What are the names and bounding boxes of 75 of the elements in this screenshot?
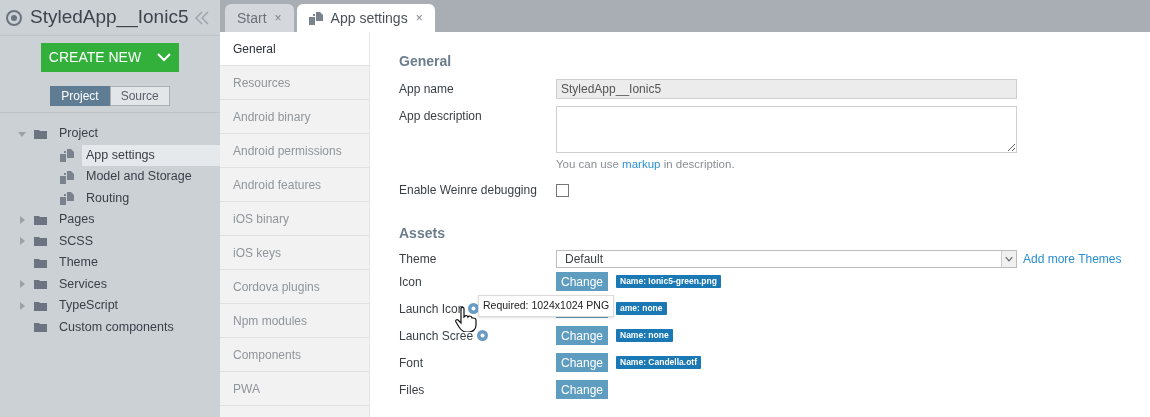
- settings-nav-item[interactable]: Resources: [220, 66, 369, 100]
- folder-icon: [34, 300, 47, 311]
- view-toggle-tab[interactable]: Source: [109, 86, 170, 106]
- settings-nav-item[interactable]: Components: [220, 338, 369, 372]
- folder-icon: [34, 214, 47, 225]
- chevron-down-icon: [157, 53, 172, 62]
- file-name-badge: Name: none: [616, 329, 673, 343]
- tree-item[interactable]: App settings: [82, 144, 220, 166]
- add-more-themes-link[interactable]: Add more Themes: [1023, 250, 1122, 269]
- change-button[interactable]: Change: [556, 353, 608, 373]
- settings-nav-item[interactable]: Cordova plugins: [220, 270, 369, 304]
- change-button[interactable]: Change: [556, 380, 608, 400]
- theme-select[interactable]: Default: [556, 250, 1017, 269]
- change-button[interactable]: Change: [556, 326, 608, 346]
- tree-item[interactable]: Pages: [55, 209, 220, 231]
- settings-nav-item[interactable]: iOS keys: [220, 236, 369, 270]
- collapsed-caret-icon[interactable]: [18, 237, 26, 246]
- tree-item[interactable]: Theme: [55, 252, 220, 274]
- settings-nav-item[interactable]: General: [220, 32, 369, 66]
- field-label: Files: [399, 381, 425, 399]
- collapse-sidebar-icon[interactable]: [195, 10, 209, 25]
- folder-icon: [34, 322, 47, 333]
- settings-nav-item[interactable]: Android features: [220, 168, 369, 202]
- folder-icon: [34, 128, 47, 139]
- settings-nav-item[interactable]: Npm modules: [220, 304, 369, 338]
- settings-nav-item[interactable]: Android permissions: [220, 134, 369, 168]
- editor-tab[interactable]: App settings ×: [296, 4, 435, 32]
- change-button[interactable]: Change: [556, 272, 608, 292]
- tree-item[interactable]: Project: [55, 123, 220, 145]
- folder-icon: [34, 279, 47, 290]
- collapsed-caret-icon[interactable]: [18, 301, 26, 310]
- markup-link[interactable]: markup: [622, 158, 661, 170]
- tree-item[interactable]: Custom components: [55, 316, 220, 338]
- tree-item[interactable]: Routing: [82, 187, 220, 209]
- hint-text: You can use markup in description.: [556, 157, 736, 172]
- field-label: Enable Weinre debugging: [399, 182, 538, 200]
- settings-nav-item[interactable]: PWA: [220, 372, 369, 406]
- folder-icon: [34, 257, 47, 268]
- settings-nav-item[interactable]: iOS binary: [220, 202, 369, 236]
- view-toggle-tab[interactable]: Project: [50, 86, 110, 106]
- app-logo-icon: [6, 9, 22, 26]
- tree-item[interactable]: Model and Storage: [82, 166, 220, 188]
- tree-item[interactable]: TypeScript: [55, 295, 220, 317]
- app-description-field[interactable]: [556, 106, 1017, 153]
- close-tab-icon[interactable]: ×: [274, 9, 282, 27]
- field-label: Theme: [399, 251, 438, 269]
- create-new-button[interactable]: CREATE NEW: [41, 43, 179, 72]
- pages-icon: [60, 169, 74, 184]
- field-label: Icon: [399, 273, 422, 291]
- collapsed-caret-icon[interactable]: [18, 215, 26, 224]
- help-icon[interactable]: [477, 330, 489, 342]
- folder-icon: [34, 236, 47, 247]
- pages-icon: [60, 148, 74, 163]
- field-label: Launch Scree: [399, 327, 474, 345]
- expanded-caret-icon[interactable]: [18, 129, 26, 138]
- section-heading: General: [399, 52, 453, 69]
- file-name-badge: Name: Candella.otf: [616, 356, 701, 370]
- field-label: App description: [399, 108, 483, 125]
- field-label: App name: [399, 81, 455, 98]
- pages-icon: [60, 191, 74, 206]
- collapsed-caret-icon[interactable]: [18, 280, 26, 289]
- project-title: StyledApp__Ionic5: [30, 5, 189, 30]
- file-name-badge: ame: none: [616, 302, 667, 316]
- file-name-badge: Name: Ionic5-green.png: [616, 275, 721, 289]
- checkbox[interactable]: [556, 183, 569, 197]
- app-name-field[interactable]: StyledApp__Ionic5: [556, 79, 1017, 99]
- tooltip: Required: 1024x1024 PNG: [478, 295, 615, 317]
- pages-icon: [308, 11, 323, 25]
- editor-tab[interactable]: Start ×: [225, 4, 294, 32]
- tree-item[interactable]: SCSS: [55, 230, 220, 252]
- tree-item[interactable]: Services: [55, 273, 220, 295]
- section-heading: Assets: [399, 224, 446, 242]
- close-tab-icon[interactable]: ×: [415, 9, 423, 27]
- settings-nav-item[interactable]: Android binary: [220, 100, 369, 134]
- field-label: Font: [399, 354, 423, 372]
